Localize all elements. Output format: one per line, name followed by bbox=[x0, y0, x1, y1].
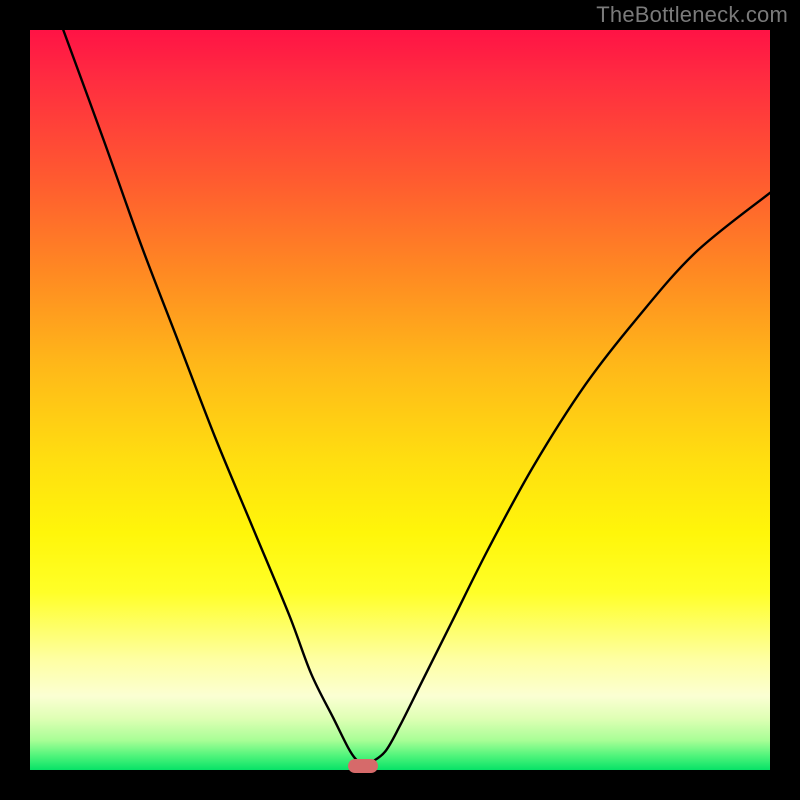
chart-plot-area bbox=[30, 30, 770, 770]
chart-frame: TheBottleneck.com bbox=[0, 0, 800, 800]
watermark-text: TheBottleneck.com bbox=[596, 2, 788, 28]
